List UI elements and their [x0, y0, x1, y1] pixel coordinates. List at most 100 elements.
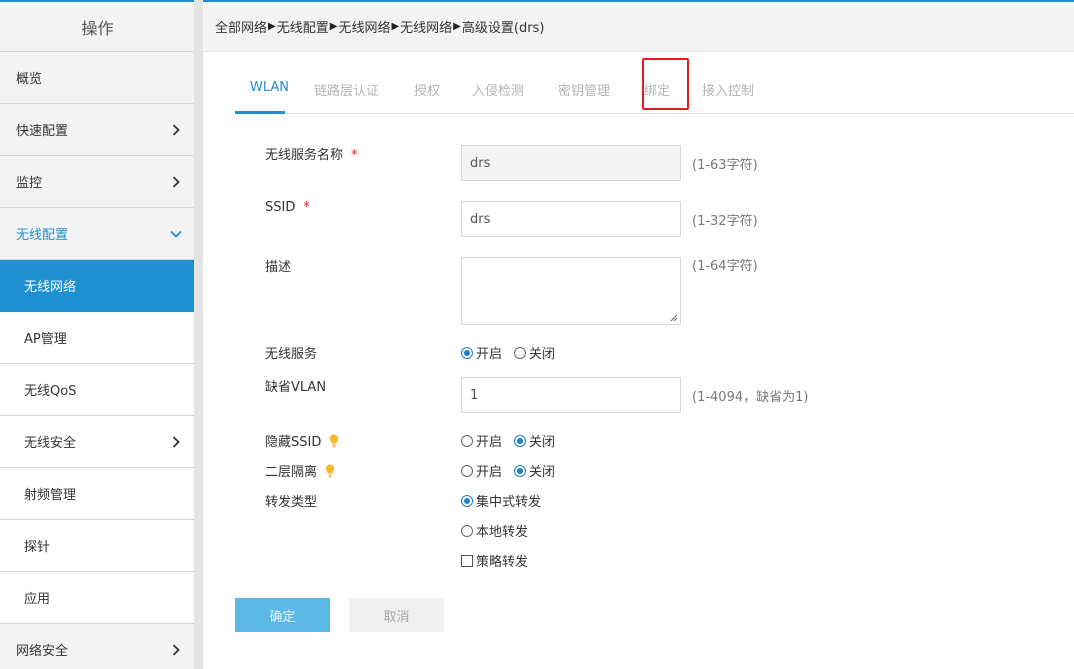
- tab-wlan[interactable]: WLAN: [250, 80, 289, 95]
- chevron-right-icon: [169, 643, 183, 657]
- breadcrumb-item-current: 高级设置(drs): [461, 21, 545, 36]
- ssid-hint: (1-32字符): [692, 214, 758, 229]
- l2-isolation-on-option[interactable]: 开启: [461, 461, 502, 480]
- service-name-label: 无线服务名称 *: [265, 144, 358, 163]
- sidebar-item-radio-management[interactable]: 射频管理: [0, 468, 195, 520]
- wireless-service-label: 无线服务: [265, 347, 318, 362]
- sidebar-scrollbar[interactable]: [194, 0, 203, 669]
- caret-right-icon: ▶: [391, 21, 400, 32]
- radio-button[interactable]: [514, 464, 527, 477]
- caret-right-icon: ▶: [453, 21, 461, 32]
- input-value: 1: [470, 387, 479, 403]
- highlight-box: [642, 58, 689, 110]
- radio-button[interactable]: [461, 494, 473, 507]
- description-hint: (1-64字符): [692, 259, 758, 274]
- resize-handle-icon[interactable]: [670, 314, 678, 322]
- tab-bar: WLAN 链路层认证 授权 入侵检测 密钥管理 绑定 接入控制: [235, 58, 1074, 114]
- caret-right-icon: ▶: [329, 21, 338, 32]
- cancel-button[interactable]: 取消: [349, 598, 444, 632]
- l2-isolation-radio-group: 开启 关闭: [461, 461, 567, 480]
- tab-authorization[interactable]: 授权: [414, 80, 440, 99]
- sidebar-item-label: 射频管理: [24, 488, 77, 503]
- ssid-label: SSID *: [265, 200, 310, 215]
- option-label: 开启: [476, 435, 503, 450]
- sidebar-item-label: 监控: [16, 176, 43, 191]
- tab-access-control[interactable]: 接入控制: [702, 80, 754, 99]
- service-name-hint: (1-63字符): [692, 158, 758, 173]
- sidebar-item-network-security[interactable]: 网络安全: [0, 624, 195, 669]
- service-name-input[interactable]: drs: [461, 145, 681, 181]
- hide-ssid-on-option[interactable]: 开启: [461, 431, 502, 450]
- sidebar-item-label: 概览: [16, 72, 43, 87]
- sidebar-item-label: AP管理: [24, 332, 67, 347]
- radio-button[interactable]: [514, 346, 527, 359]
- label-text: SSID: [265, 200, 296, 215]
- l2-isolation-off-option[interactable]: 关闭: [514, 461, 555, 480]
- option-label: 开启: [476, 465, 503, 480]
- description-label: 描述: [265, 260, 292, 275]
- ssid-input[interactable]: drs: [461, 201, 681, 237]
- hide-ssid-label: 隐藏SSID: [265, 431, 339, 450]
- sidebar-item-label: 无线配置: [16, 228, 69, 243]
- ok-button[interactable]: 确定: [235, 598, 330, 632]
- lightbulb-icon[interactable]: [325, 464, 335, 478]
- required-asterisk: *: [303, 200, 310, 215]
- radio-button[interactable]: [461, 524, 473, 537]
- hide-ssid-off-option[interactable]: 关闭: [514, 431, 555, 450]
- checkbox[interactable]: [461, 554, 473, 567]
- radio-button[interactable]: [461, 464, 473, 477]
- tab-key-management[interactable]: 密钥管理: [558, 80, 610, 99]
- radio-button[interactable]: [461, 346, 473, 359]
- breadcrumb-item[interactable]: 全部网络: [215, 17, 267, 36]
- sidebar-item-label: 快速配置: [16, 124, 69, 139]
- chevron-right-icon: [169, 123, 183, 137]
- radio-button[interactable]: [514, 434, 527, 447]
- sidebar-item-overview[interactable]: 概览: [0, 52, 195, 104]
- default-vlan-input[interactable]: 1: [461, 377, 681, 413]
- sidebar-item-application[interactable]: 应用: [0, 572, 195, 624]
- chevron-down-icon: [169, 227, 183, 241]
- sidebar-item-quick-config[interactable]: 快速配置: [0, 104, 195, 156]
- default-vlan-hint: (1-4094，缺省为1): [692, 390, 809, 405]
- sidebar-item-monitor[interactable]: 监控: [0, 156, 195, 208]
- sidebar-item-wireless-config[interactable]: 无线配置: [0, 208, 195, 260]
- tab-intrusion-detection[interactable]: 入侵检测: [472, 80, 524, 99]
- breadcrumb-item[interactable]: 无线网络: [400, 17, 452, 36]
- tab-link-auth[interactable]: 链路层认证: [314, 80, 379, 99]
- policy-forward-option[interactable]: 策略转发: [461, 551, 528, 570]
- option-label: 关闭: [529, 347, 556, 362]
- forward-type-label: 转发类型: [265, 495, 318, 510]
- wireless-service-off-option[interactable]: 关闭: [514, 343, 555, 362]
- option-label: 关闭: [529, 435, 556, 450]
- default-vlan-label: 缺省VLAN: [265, 380, 327, 395]
- sidebar-item-probe[interactable]: 探针: [0, 520, 195, 572]
- breadcrumb: 全部网络 ▶ 无线配置 ▶ 无线网络 ▶ 无线网络 ▶ 高级设置(drs): [203, 0, 1074, 52]
- sidebar-item-label: 无线网络: [24, 280, 77, 295]
- main-content: 全部网络 ▶ 无线配置 ▶ 无线网络 ▶ 无线网络 ▶ 高级设置(drs) WL…: [203, 0, 1074, 669]
- sidebar-item-label: 无线安全: [24, 436, 77, 451]
- l2-isolation-label: 二层隔离: [265, 461, 335, 480]
- option-label: 本地转发: [476, 525, 529, 540]
- radio-button[interactable]: [461, 434, 473, 447]
- forward-type-local-option[interactable]: 本地转发: [461, 521, 528, 540]
- option-label: 策略转发: [476, 555, 529, 570]
- sidebar-item-wireless-qos[interactable]: 无线QoS: [0, 364, 195, 416]
- description-textarea[interactable]: [461, 257, 681, 325]
- caret-right-icon: ▶: [268, 21, 276, 32]
- sidebar-item-wireless-security[interactable]: 无线安全: [0, 416, 195, 468]
- sidebar-item-wireless-network[interactable]: 无线网络: [0, 260, 195, 312]
- breadcrumb-item[interactable]: 无线配置: [277, 17, 329, 36]
- lightbulb-icon[interactable]: [329, 434, 339, 448]
- label-text: 二层隔离: [265, 465, 318, 480]
- wireless-service-radio-group: 开启 关闭: [461, 343, 567, 362]
- chevron-right-icon: [169, 435, 183, 449]
- sidebar-item-label: 应用: [24, 592, 51, 607]
- breadcrumb-item[interactable]: 无线网络: [338, 17, 390, 36]
- sidebar-item-ap-management[interactable]: AP管理: [0, 312, 195, 364]
- sidebar-item-label: 探针: [24, 540, 51, 555]
- option-label: 集中式转发: [476, 495, 542, 510]
- sidebar-item-label: 无线QoS: [24, 384, 77, 399]
- wireless-service-on-option[interactable]: 开启: [461, 343, 502, 362]
- sidebar-header: 操作: [0, 0, 195, 52]
- forward-type-central-option[interactable]: 集中式转发: [461, 491, 541, 510]
